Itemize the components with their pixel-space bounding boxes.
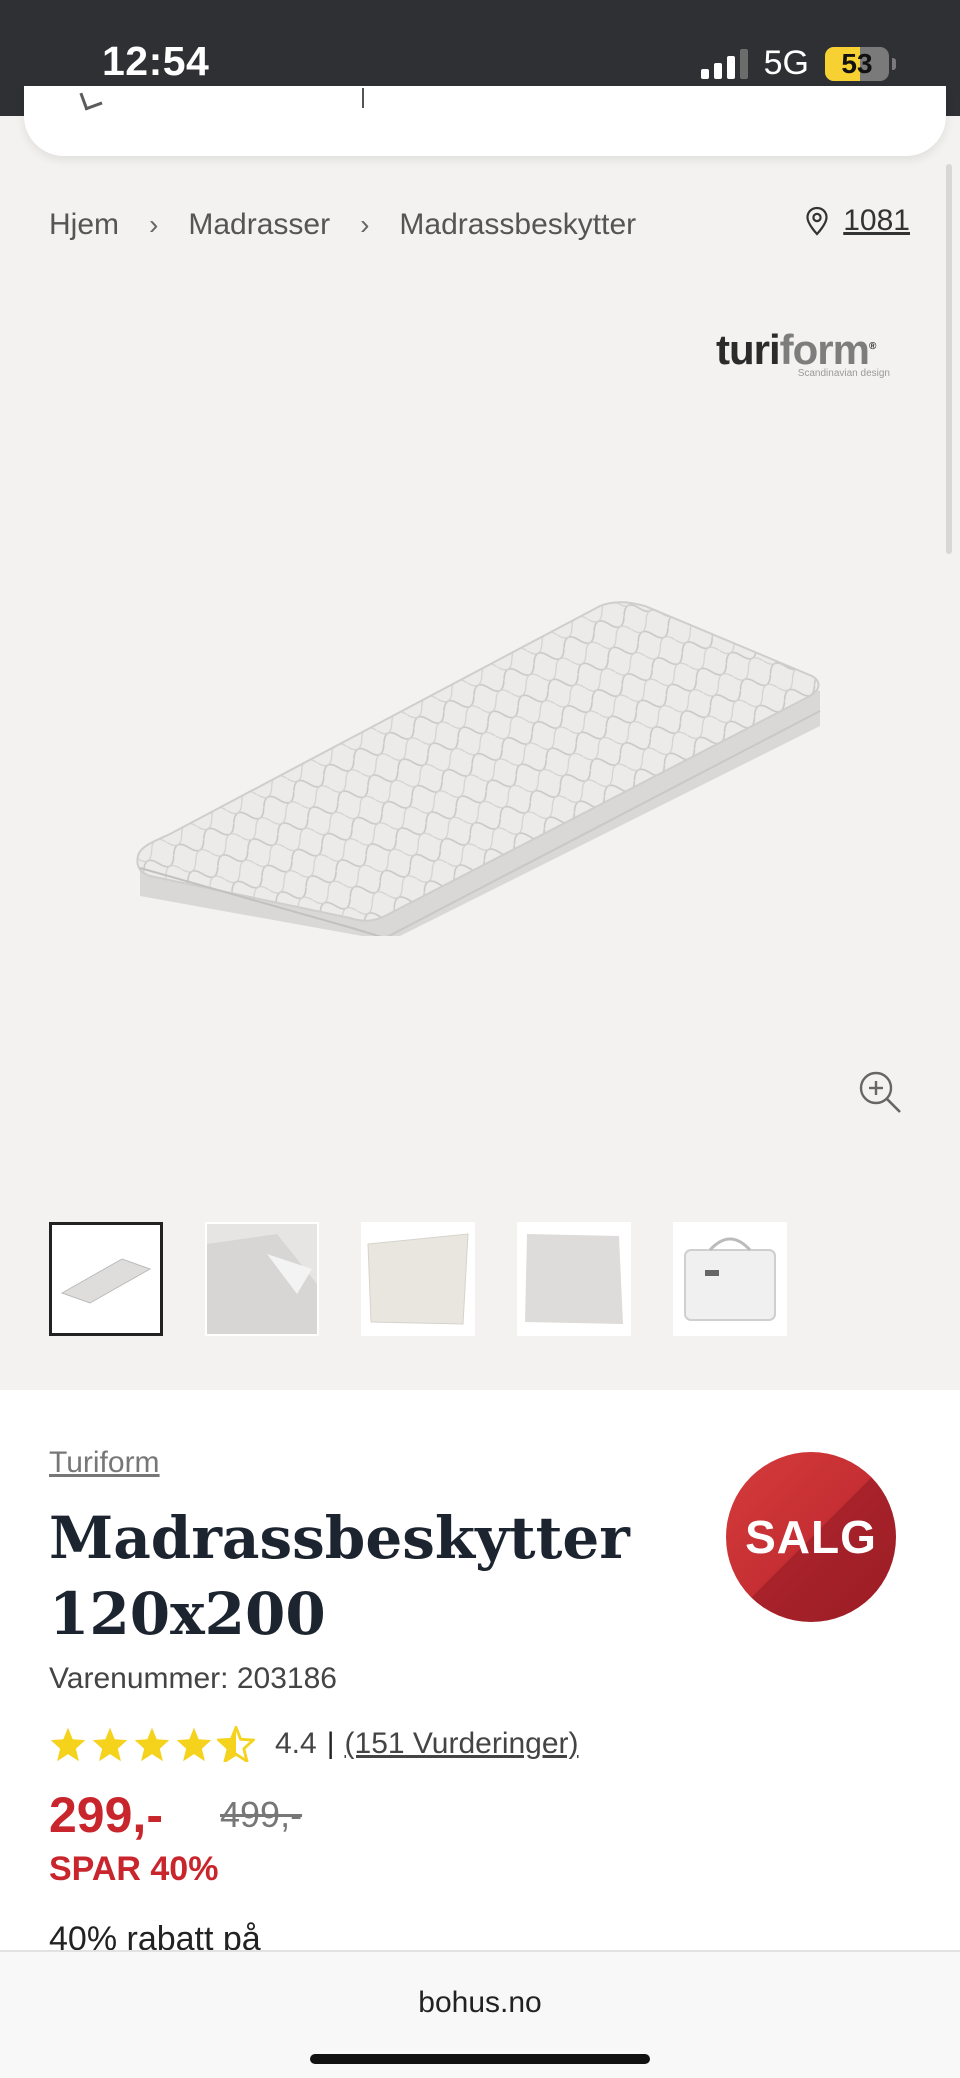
product-title-line1: Madrassbeskytter <box>49 1504 630 1572</box>
brand-link[interactable]: Turiform <box>49 1446 160 1480</box>
product-gallery: Hjem › Madrasser › Madrassbeskytter 1081… <box>0 86 960 1390</box>
status-time: 12:54 <box>102 38 210 84</box>
thumbnail-3[interactable] <box>361 1222 475 1336</box>
search-icon <box>79 87 103 111</box>
thumbnail-1[interactable] <box>49 1222 163 1336</box>
store-number[interactable]: 1081 <box>843 204 910 238</box>
rating-row: 4.4 | (151 Vurderinger) <box>49 1726 579 1762</box>
chevron-right-icon: › <box>360 209 370 240</box>
store-selector[interactable]: 1081 <box>805 204 910 238</box>
breadcrumb-item-home[interactable]: Hjem <box>49 208 119 242</box>
thumbnail-strip <box>49 1222 787 1336</box>
star-icon <box>134 1727 170 1762</box>
product-title-line2: 120x200 <box>49 1580 326 1648</box>
original-price: 499,- <box>220 1794 303 1835</box>
sale-price: 299,- <box>49 1787 163 1843</box>
product-image[interactable] <box>130 556 830 936</box>
home-indicator[interactable] <box>310 2054 650 2064</box>
rating-value: 4.4 <box>275 1727 317 1760</box>
breadcrumb-item-madrasser[interactable]: Madrasser <box>188 208 330 242</box>
scrollbar[interactable] <box>946 164 952 554</box>
rating-stars <box>49 1726 255 1762</box>
sale-badge: SALG <box>726 1452 896 1622</box>
status-icons: 5G 53 <box>700 44 896 83</box>
url-domain[interactable]: bohus.no <box>0 1986 960 2020</box>
battery-icon: 53 <box>825 46 889 81</box>
thumbnail-2[interactable] <box>205 1222 319 1336</box>
rating-separator: | <box>326 1727 335 1760</box>
thumbnail-4[interactable] <box>517 1222 631 1336</box>
star-icon <box>92 1727 128 1762</box>
zoom-in-icon[interactable] <box>858 1070 904 1116</box>
product-title: Madrassbeskytter 120x200 <box>49 1500 649 1652</box>
star-half-icon <box>217 1726 255 1762</box>
product-info: Turiform Madrassbeskytter 120x200 Varenu… <box>0 1390 960 1958</box>
search-bar[interactable] <box>24 86 946 156</box>
brand-logo: turiform® Scandinavian design <box>716 326 890 379</box>
reviews-link[interactable]: (151 Vurderinger) <box>345 1727 579 1761</box>
browser-address-bar[interactable]: bohus.no <box>0 1950 960 2078</box>
signal-icon <box>700 48 748 79</box>
star-icon <box>50 1727 86 1762</box>
star-icon <box>176 1727 212 1762</box>
breadcrumb-item-current[interactable]: Madrassbeskytter <box>399 208 636 242</box>
discount-label: SPAR 40% <box>49 1850 219 1888</box>
network-label: 5G <box>763 44 809 82</box>
thumbnail-5[interactable] <box>673 1222 787 1336</box>
battery-level: 53 <box>841 47 873 79</box>
chevron-right-icon: › <box>149 209 159 240</box>
location-pin-icon <box>806 206 828 236</box>
product-sku: Varenummer: 203186 <box>49 1662 337 1695</box>
breadcrumb: Hjem › Madrasser › Madrassbeskytter <box>49 208 636 242</box>
